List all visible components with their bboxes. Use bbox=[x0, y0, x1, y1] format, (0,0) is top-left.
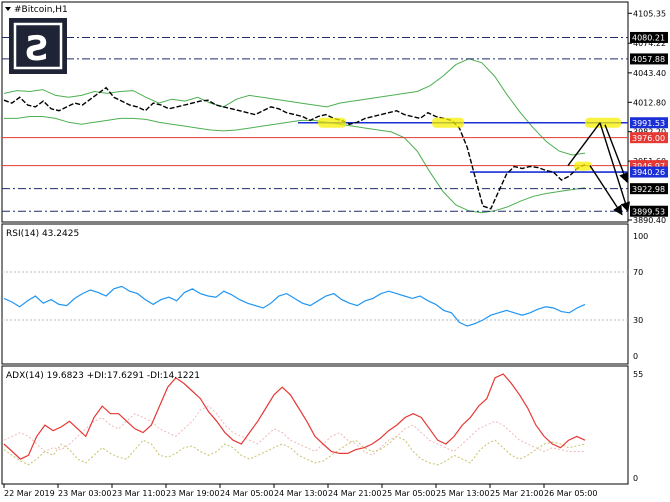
price-tick-label: 3890.40 bbox=[633, 216, 666, 225]
level-label: 4080.21 bbox=[632, 34, 665, 43]
adx-axis: 55 0 bbox=[633, 370, 643, 483]
minus-di-line bbox=[3, 405, 585, 456]
adx-tick-label: 0 bbox=[633, 474, 638, 483]
time-tick-label: 23 Mar 19:00 bbox=[166, 489, 219, 498]
time-tick-label: 24 Mar 21:00 bbox=[328, 489, 381, 498]
level-label: 3940.26 bbox=[632, 168, 665, 177]
price-tick-label: 4043.40 bbox=[633, 69, 666, 78]
rsi-title: RSI(14) 43.2425 bbox=[6, 229, 79, 239]
adx-title: ADX(14) 19.6823 +DI:17.6291 -DI:14.1221 bbox=[6, 371, 200, 381]
rsi-tick-label: 70 bbox=[633, 268, 643, 277]
adx-series bbox=[3, 373, 586, 466]
plus-di-line bbox=[3, 435, 586, 466]
highlight-box bbox=[574, 161, 592, 171]
price-series bbox=[3, 86, 586, 210]
level-label: 3976.00 bbox=[632, 134, 665, 143]
adx-panel-frame bbox=[1, 365, 629, 485]
rsi-panel-frame bbox=[1, 223, 629, 365]
symbol-header[interactable]: #Bitcoin,H1 bbox=[5, 5, 68, 15]
time-axis: 22 Mar 2019 23 Mar 03:00 23 Mar 11:00 23 Ma… bbox=[3, 484, 597, 498]
forecast-arrow bbox=[599, 122, 631, 213]
forecast-arrow bbox=[567, 122, 601, 167]
price-line bbox=[3, 86, 586, 210]
level-label: 3922.98 bbox=[632, 185, 665, 194]
price-panel bbox=[1, 1, 631, 223]
highlight-box bbox=[318, 117, 346, 128]
symbol-label: #Bitcoin,H1 bbox=[14, 5, 68, 15]
time-tick-label: 24 Mar 05:00 bbox=[220, 489, 273, 498]
adx-line bbox=[3, 373, 586, 460]
price-levels bbox=[2, 36, 628, 212]
price-tick-label: 4105.35 bbox=[633, 9, 666, 18]
highlight-box bbox=[432, 117, 464, 128]
forecast-arrow bbox=[589, 165, 623, 216]
rsi-series bbox=[2, 271, 628, 327]
time-tick-label: 22 Mar 2019 bbox=[4, 489, 55, 498]
highlight-box bbox=[585, 117, 621, 128]
price-tick-label: 4012.80 bbox=[633, 98, 666, 107]
level-label: 4057.88 bbox=[632, 55, 665, 64]
bollinger-bands bbox=[3, 58, 586, 214]
time-tick-label: 23 Mar 11:00 bbox=[112, 489, 165, 498]
brand-logo: Ƨ bbox=[9, 18, 67, 74]
rsi-tick-label: 0 bbox=[633, 352, 638, 361]
level-labels: 4080.214057.883991.533976.003946.973940.… bbox=[630, 31, 668, 217]
level-label: 3991.53 bbox=[632, 119, 665, 128]
rsi-axis: 100 70 30 0 bbox=[633, 232, 648, 361]
adx-panel bbox=[1, 365, 629, 485]
level-label: 3899.53 bbox=[632, 207, 665, 216]
highlight-boxes bbox=[318, 117, 621, 171]
time-tick-label: 25 Mar 05:00 bbox=[382, 489, 435, 498]
chart-area: 4105.354074.224043.404012.803982.203951.… bbox=[1, 1, 668, 498]
logo-glyph: Ƨ bbox=[26, 29, 51, 69]
rsi-tick-label: 30 bbox=[633, 316, 643, 325]
time-tick-label: 26 Mar 05:00 bbox=[544, 489, 597, 498]
time-tick-label: 25 Mar 21:00 bbox=[490, 489, 543, 498]
rsi-tick-label: 100 bbox=[633, 232, 648, 241]
adx-tick-label: 55 bbox=[633, 370, 643, 379]
upper-band bbox=[3, 58, 586, 156]
time-tick-label: 25 Mar 13:00 bbox=[436, 489, 489, 498]
time-tick-label: 24 Mar 13:00 bbox=[274, 489, 327, 498]
dropdown-arrow-icon[interactable] bbox=[5, 7, 11, 11]
lower-band bbox=[4, 116, 586, 214]
time-tick-label: 23 Mar 03:00 bbox=[58, 489, 111, 498]
rsi-panel bbox=[1, 223, 629, 365]
